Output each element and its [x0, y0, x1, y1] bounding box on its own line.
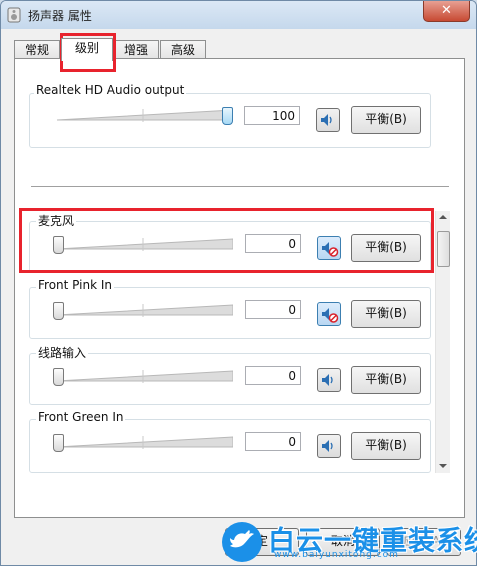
bird-logo-icon — [222, 522, 262, 562]
speaker-app-icon — [7, 7, 21, 23]
window-title: 扬声器 属性 — [28, 9, 92, 23]
tab-advanced[interactable]: 高级 — [160, 40, 206, 60]
watermark: 白云一键重装系统 www.baiyunxitong.com — [222, 518, 477, 564]
input-balance-button[interactable]: 平衡(B) — [351, 432, 421, 460]
input-volume-slider[interactable] — [53, 433, 233, 453]
slider-thumb[interactable] — [53, 302, 64, 320]
output-device-label: Realtek HD Audio output — [34, 83, 187, 97]
input-volume-slider[interactable] — [53, 367, 233, 387]
speaker-icon — [322, 440, 333, 452]
tab-general[interactable]: 常规 — [14, 40, 60, 60]
speaker-properties-window: 扬声器 属性 ✕ 常规 级别 增强 高级 Realtek HD Audio ou… — [0, 0, 477, 566]
speaker-icon — [322, 374, 333, 386]
output-speaker-button[interactable] — [316, 108, 340, 132]
scroll-down-icon[interactable] — [439, 463, 447, 469]
tab-levels[interactable]: 级别 — [61, 38, 113, 61]
input-volume-value[interactable]: 0 — [245, 432, 301, 451]
scrollbar-thumb[interactable] — [437, 231, 450, 267]
watermark-url: www.baiyunxitong.com — [274, 550, 399, 560]
tab-enhancements[interactable]: 增强 — [113, 40, 159, 60]
input-label: Front Pink In — [36, 278, 114, 292]
input-label: Front Green In — [36, 410, 126, 424]
input-volume-value[interactable]: 0 — [245, 366, 301, 385]
slider-thumb[interactable] — [222, 107, 233, 125]
slider-wedge — [56, 304, 233, 316]
input-volume-slider[interactable] — [53, 301, 233, 321]
input-balance-button[interactable]: 平衡(B) — [351, 366, 421, 394]
inputs-scrollbar[interactable] — [435, 211, 450, 473]
speaker-icon — [321, 114, 332, 126]
slider-thumb[interactable] — [53, 368, 64, 386]
output-volume-slider[interactable] — [53, 106, 233, 126]
slider-wedge — [56, 370, 233, 382]
scroll-up-icon[interactable] — [439, 214, 447, 220]
title-bar: 扬声器 属性 ✕ — [1, 1, 476, 29]
input-mute-button[interactable] — [317, 302, 341, 326]
close-button[interactable]: ✕ — [423, 1, 470, 22]
input-speaker-button[interactable] — [317, 434, 341, 458]
speaker-muted-icon — [322, 308, 339, 323]
slider-thumb[interactable] — [53, 434, 64, 452]
microphone-highlight-annotation — [19, 208, 434, 273]
input-balance-button[interactable]: 平衡(B) — [351, 300, 421, 328]
input-label: 线路输入 — [36, 344, 89, 361]
separator — [31, 186, 449, 188]
input-volume-value[interactable]: 0 — [245, 300, 301, 319]
output-balance-button[interactable]: 平衡(B) — [351, 106, 421, 134]
slider-wedge — [56, 436, 233, 448]
levels-panel: Realtek HD Audio output 100 平衡(B) 麦克风 0 … — [14, 58, 465, 518]
slider-wedge — [56, 109, 233, 121]
output-volume-value[interactable]: 100 — [244, 106, 300, 125]
input-speaker-button[interactable] — [317, 368, 341, 392]
